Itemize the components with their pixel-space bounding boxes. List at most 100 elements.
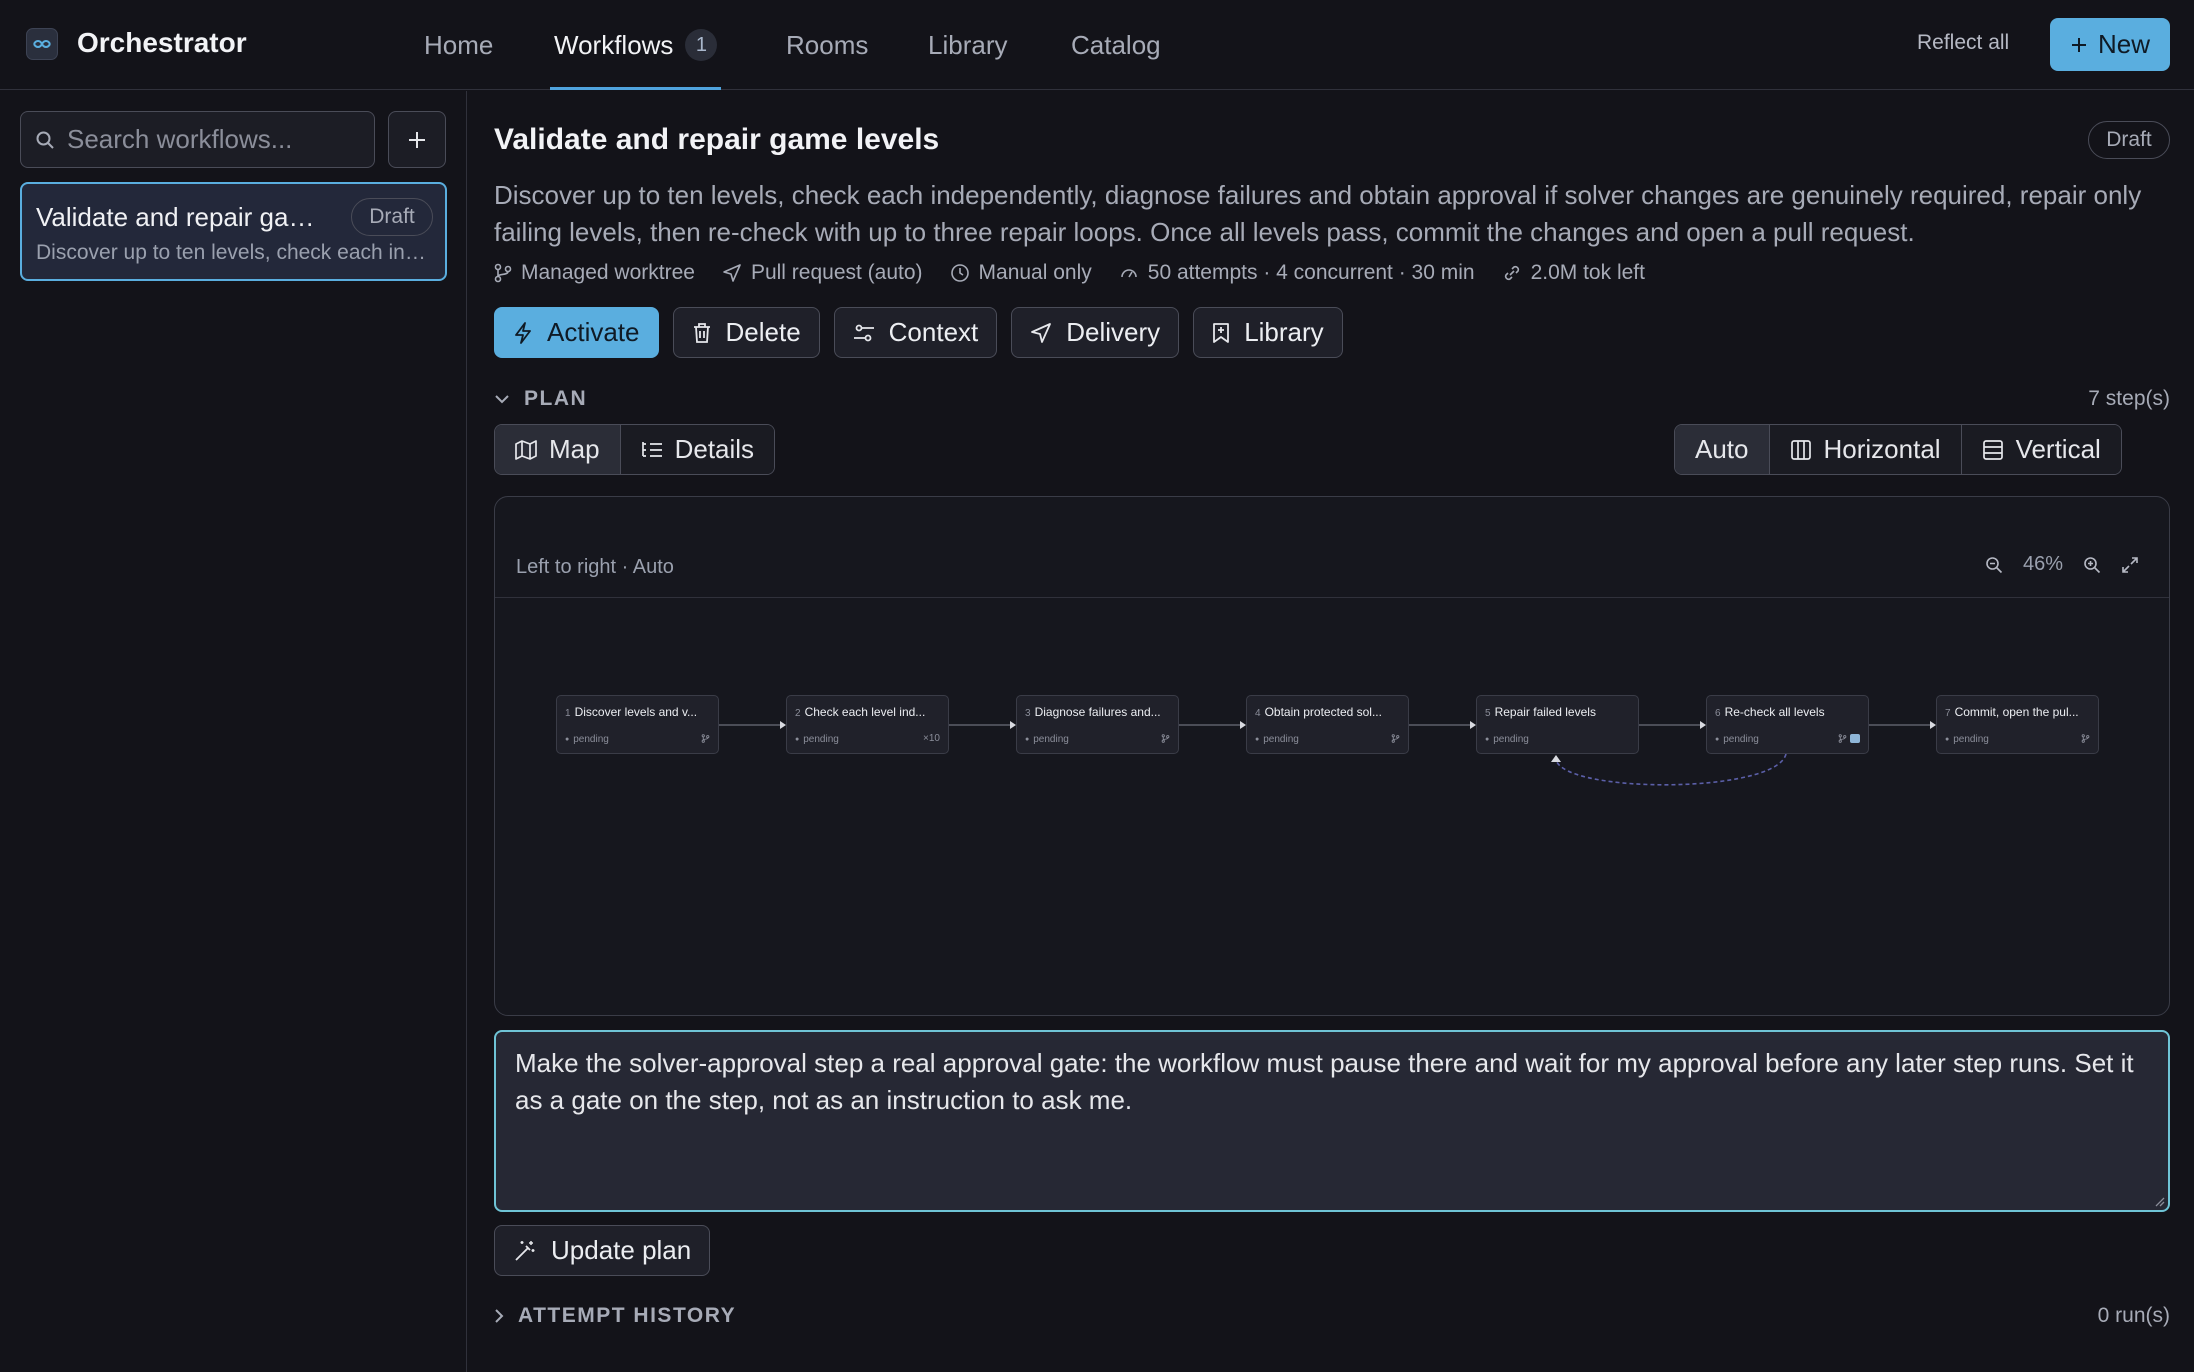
step-title: 4 Obtain protected sol... bbox=[1255, 705, 1405, 719]
attempt-history-toggle[interactable]: ATTEMPT HISTORY bbox=[494, 1304, 736, 1328]
step-status: pending bbox=[565, 734, 609, 745]
delete-label: Delete bbox=[725, 317, 801, 347]
nav-catalog[interactable]: Catalog bbox=[1071, 0, 1161, 90]
branch-icon bbox=[701, 733, 710, 744]
step-title: 7 Commit, open the pul... bbox=[1945, 705, 2095, 719]
step-title-text: Discover levels and v... bbox=[574, 705, 698, 719]
map-direction-label: Left to right · Auto bbox=[516, 556, 674, 578]
meta-worktree: Managed worktree bbox=[494, 261, 695, 285]
layout-horizontal-tab[interactable]: Horizontal bbox=[1768, 425, 1961, 474]
workflow-item-title: Validate and repair game levels bbox=[36, 202, 336, 232]
chat-icon bbox=[1850, 733, 1860, 743]
workflow-item-status-badge: Draft bbox=[351, 198, 433, 236]
plan-step-node[interactable]: 6Re-check all levels pending bbox=[1706, 695, 1869, 754]
context-button[interactable]: Context bbox=[833, 307, 998, 358]
activate-button[interactable]: Activate bbox=[494, 307, 659, 358]
repair-loop-arrow bbox=[1551, 755, 1561, 762]
rows-icon bbox=[1982, 439, 2003, 460]
new-button-label: New bbox=[2097, 29, 2150, 59]
workflows-count-badge: 1 bbox=[685, 29, 718, 61]
step-number: 7 bbox=[1945, 708, 1951, 719]
delivery-button[interactable]: Delivery bbox=[1011, 307, 1180, 358]
step-status: pending bbox=[795, 734, 839, 745]
run-count: 0 run(s) bbox=[2097, 1304, 2170, 1327]
step-title: 6 Re-check all levels bbox=[1715, 705, 1865, 719]
step-status: pending bbox=[1025, 734, 1069, 745]
meta-delivery: Pull request (auto) bbox=[722, 261, 923, 285]
zoom-in-icon[interactable] bbox=[2083, 556, 2101, 574]
search-input[interactable] bbox=[67, 124, 357, 155]
nav-library[interactable]: Library bbox=[928, 0, 1007, 90]
workflow-status-badge: Draft bbox=[2088, 121, 2170, 159]
plan-section-toggle[interactable]: PLAN bbox=[494, 387, 587, 411]
expand-icon[interactable] bbox=[2121, 556, 2139, 574]
send-icon bbox=[723, 264, 741, 282]
zoom-out-icon[interactable] bbox=[1985, 556, 2003, 574]
nav-home[interactable]: Home bbox=[424, 0, 493, 90]
add-workflow-button[interactable] bbox=[388, 111, 446, 168]
step-status: pending bbox=[1485, 734, 1529, 745]
lightning-icon bbox=[515, 321, 531, 344]
workflow-detail: Validate and repair game levels Draft Di… bbox=[468, 91, 2194, 1372]
plus-icon bbox=[2071, 37, 2086, 52]
delete-button[interactable]: Delete bbox=[672, 307, 820, 358]
step-number: 1 bbox=[565, 708, 571, 719]
bookmark-plus-icon bbox=[1213, 322, 1230, 343]
send-icon bbox=[1031, 322, 1052, 343]
plan-instruction-text: Make the solver-approval step a real app… bbox=[515, 1048, 2134, 1115]
map-edges bbox=[719, 721, 1936, 786]
layout-auto-tab[interactable]: Auto bbox=[1675, 425, 1769, 474]
search-box[interactable] bbox=[20, 111, 375, 168]
step-title-text: Obtain protected sol... bbox=[1264, 705, 1382, 719]
plan-step-node[interactable]: 5Repair failed levels pending bbox=[1476, 695, 1639, 754]
resize-handle-icon[interactable] bbox=[2151, 1193, 2165, 1207]
trash-icon bbox=[693, 322, 710, 343]
step-title-text: Re-check all levels bbox=[1724, 705, 1825, 719]
map-icon bbox=[515, 439, 537, 460]
plan-instruction-textarea[interactable]: Make the solver-approval step a real app… bbox=[494, 1030, 2170, 1212]
library-button[interactable]: Library bbox=[1193, 307, 1343, 358]
workflow-title: Validate and repair game levels bbox=[494, 123, 940, 156]
workflow-actions: Activate Delete Context Delivery Library bbox=[494, 307, 1343, 358]
plan-step-node[interactable]: 3Diagnose failures and... pending bbox=[1016, 695, 1179, 754]
clock-icon bbox=[950, 264, 969, 282]
meta-tokens: 2.0M tok left bbox=[1502, 261, 1645, 285]
step-number: 4 bbox=[1255, 708, 1261, 719]
update-plan-button[interactable]: Update plan bbox=[494, 1225, 711, 1276]
map-view-tab[interactable]: Map bbox=[495, 425, 620, 474]
details-view-tab[interactable]: Details bbox=[619, 425, 775, 474]
branch-icon bbox=[1161, 733, 1170, 744]
workflow-list-item[interactable]: Validate and repair game levels Draft Di… bbox=[20, 182, 447, 281]
branch-icon bbox=[494, 263, 512, 283]
step-number: 2 bbox=[795, 708, 801, 719]
plan-step-node[interactable]: 7Commit, open the pul... pending bbox=[1936, 695, 2099, 754]
step-status: pending bbox=[1715, 734, 1759, 745]
branch-icon bbox=[2081, 733, 2090, 744]
step-status: pending bbox=[1945, 734, 1989, 745]
context-label: Context bbox=[888, 317, 979, 347]
plan-step-node[interactable]: 2Check each level ind... pending ×10 bbox=[786, 695, 949, 754]
reflect-all-button[interactable]: Reflect all bbox=[1917, 31, 2009, 55]
workflow-item-description: Discover up to ten levels, check each in… bbox=[36, 241, 436, 264]
map-canvas[interactable]: 1Discover levels and v...pending2Check e… bbox=[495, 598, 2169, 1016]
nav-rooms[interactable]: Rooms bbox=[786, 0, 868, 90]
top-bar: Orchestrator Home Workflows 1 Rooms Libr… bbox=[0, 0, 2194, 90]
activate-label: Activate bbox=[547, 317, 640, 347]
step-title-text: Repair failed levels bbox=[1494, 705, 1596, 719]
layout-toggle: Auto Horizontal Vertical bbox=[1674, 424, 2122, 475]
search-icon bbox=[36, 131, 54, 149]
zoom-controls: 46% bbox=[1985, 553, 2139, 576]
step-number: 3 bbox=[1025, 708, 1031, 719]
columns-icon bbox=[1790, 439, 1811, 460]
new-button[interactable]: New bbox=[2050, 18, 2170, 71]
delivery-label: Delivery bbox=[1066, 317, 1161, 347]
plan-step-node[interactable]: 1Discover levels and v... pending bbox=[556, 695, 719, 754]
nav-workflows[interactable]: Workflows 1 bbox=[549, 0, 722, 90]
layout-vertical-tab[interactable]: Vertical bbox=[1960, 425, 2121, 474]
plan-step-node[interactable]: 4Obtain protected sol... pending bbox=[1246, 695, 1409, 754]
attempt-history-heading: ATTEMPT HISTORY bbox=[518, 1304, 737, 1327]
library-label: Library bbox=[1244, 317, 1324, 347]
chevron-right-icon bbox=[495, 1309, 504, 1323]
link-icon bbox=[1504, 265, 1519, 281]
sliders-icon bbox=[853, 324, 874, 341]
